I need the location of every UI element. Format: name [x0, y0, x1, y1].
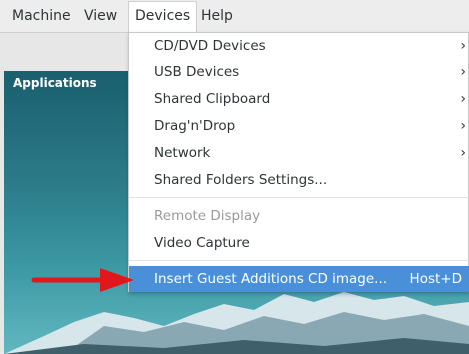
menu-machine[interactable]: Machine [6, 2, 77, 31]
menu-item-drag-n-drop[interactable]: Drag'n'Drop › [129, 113, 469, 139]
menu-devices[interactable]: Devices [128, 1, 198, 33]
applications-label[interactable]: Applications [13, 76, 97, 90]
submenu-arrow-icon: › [460, 118, 466, 134]
menu-item-network[interactable]: Network › [129, 140, 469, 166]
red-arrow-icon [31, 268, 134, 292]
menu-help[interactable]: Help [195, 2, 239, 31]
menu-item-label: Shared Clipboard [154, 91, 271, 107]
menu-item-shared-folders-settings[interactable]: Shared Folders Settings... [129, 167, 469, 193]
menu-item-label: USB Devices [154, 64, 240, 80]
menu-item-label: CD/DVD Devices [154, 38, 266, 54]
menu-item-usb-devices[interactable]: USB Devices › [129, 59, 469, 85]
menu-item-cd-dvd-devices[interactable]: CD/DVD Devices › [129, 33, 469, 59]
menu-separator [129, 197, 469, 198]
shortcut-label: Host+D [409, 271, 462, 287]
submenu-arrow-icon: › [460, 145, 466, 161]
menu-item-shared-clipboard[interactable]: Shared Clipboard › [129, 86, 469, 112]
menu-item-label: Remote Display [154, 208, 261, 224]
menu-item-label: Drag'n'Drop [154, 118, 236, 134]
menu-view[interactable]: View [78, 2, 123, 31]
menu-item-video-capture[interactable]: Video Capture [129, 230, 469, 256]
submenu-arrow-icon: › [460, 91, 466, 107]
submenu-arrow-icon: › [460, 38, 466, 54]
menu-separator [129, 260, 469, 261]
menu-item-label: Shared Folders Settings... [154, 172, 328, 188]
submenu-arrow-icon: › [460, 64, 466, 80]
devices-dropdown-menu: CD/DVD Devices › USB Devices › Shared Cl… [128, 32, 469, 292]
menu-item-label: Network [154, 145, 211, 161]
menu-item-remote-display: Remote Display [129, 203, 469, 229]
menu-item-label: Video Capture [154, 235, 250, 251]
menu-item-label: Insert Guest Additions CD image... [154, 271, 388, 287]
menu-item-insert-guest-additions[interactable]: Insert Guest Additions CD image... Host+… [129, 266, 469, 292]
menu-bar: Machine View Devices Help [0, 0, 469, 33]
